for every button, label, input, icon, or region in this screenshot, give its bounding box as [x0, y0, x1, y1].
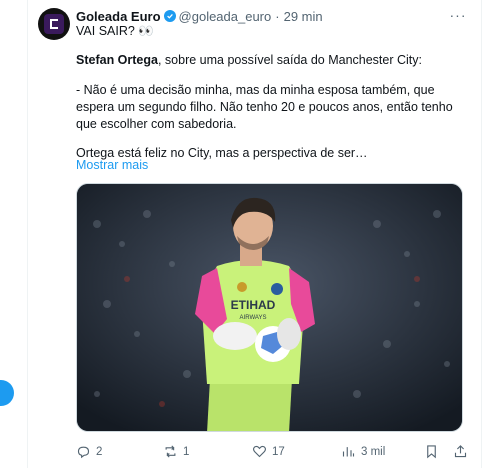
share-button[interactable] [453, 444, 473, 459]
like-count: 17 [272, 445, 285, 458]
repost-button[interactable]: 1 [163, 444, 189, 459]
verified-badge-icon[interactable] [163, 10, 176, 22]
tweet-line-1: VAI SAIR? 👀 [76, 24, 154, 38]
repost-icon [165, 445, 176, 458]
shirt-sponsor-sub: AIRWAYS [240, 315, 267, 321]
goalkeeper-photo-icon: ETIHAD AIRWAYS [77, 184, 462, 431]
timeline-left-border [27, 0, 28, 468]
author-name[interactable]: Goleada Euro [76, 9, 161, 24]
bookmark-button[interactable] [424, 444, 444, 459]
share-icon [454, 445, 467, 458]
reply-count: 2 [96, 445, 103, 458]
tweet-quote: - Não é uma decisão minha, mas da minha … [76, 83, 453, 131]
bookmark-icon [427, 445, 436, 459]
tweet-photo[interactable]: ETIHAD AIRWAYS [76, 183, 463, 432]
reply-button[interactable]: 2 [76, 444, 102, 459]
heart-icon [253, 445, 266, 458]
like-button[interactable]: 17 [252, 444, 285, 459]
show-more-link[interactable]: Mostrar mais [76, 158, 148, 172]
views-button[interactable]: 3 mil [341, 444, 385, 459]
analytics-icon [342, 447, 355, 457]
tweet-line-2: Stefan Ortega, sobre uma possível saída … [76, 52, 474, 69]
avatar[interactable] [38, 8, 70, 40]
repost-count: 1 [183, 445, 190, 458]
timeline-right-border [481, 0, 482, 468]
tweet-actions: 2 1 17 3 mil [76, 444, 474, 462]
speaker-name: Stefan Ortega [76, 53, 158, 67]
timestamp[interactable]: 29 min [284, 9, 323, 24]
separator-dot: · [275, 8, 280, 24]
compose-button[interactable] [0, 380, 14, 406]
shirt-sponsor: ETIHAD [231, 298, 276, 312]
author-handle[interactable]: @goleada_euro [179, 9, 272, 24]
speaker-context: , sobre uma possível saída do Manchester… [157, 53, 422, 67]
views-count: 3 mil [361, 445, 386, 458]
goleada-logo-icon [44, 14, 64, 34]
reply-icon [77, 446, 90, 459]
more-options-icon[interactable]: ··· [448, 6, 468, 24]
